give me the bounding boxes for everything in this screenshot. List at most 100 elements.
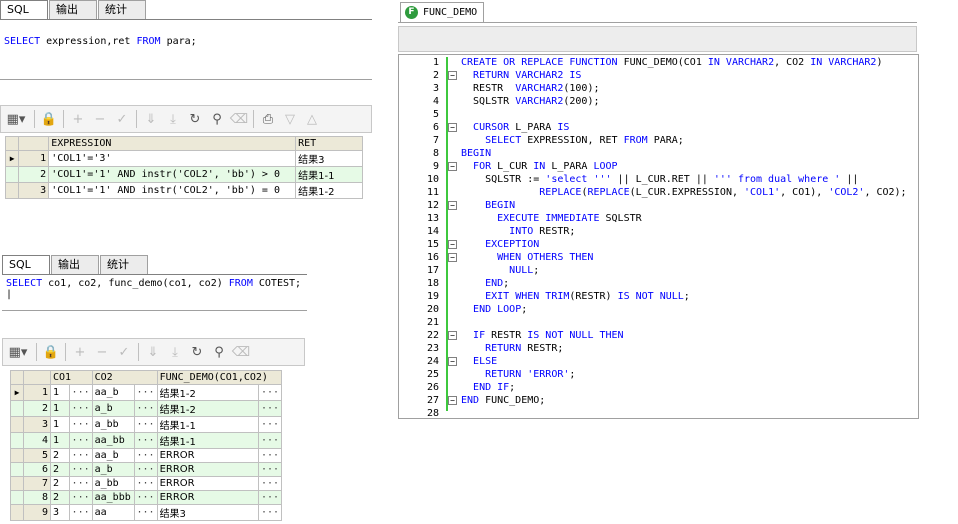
code-line[interactable]: EXCEPTION xyxy=(461,238,539,251)
cell-menu-icon[interactable]: ··· xyxy=(257,476,283,491)
code-line[interactable]: WHEN OTHERS THEN xyxy=(461,251,593,264)
cell-menu-icon[interactable]: ··· xyxy=(133,462,158,477)
sql-editor[interactable]: SELECT co1, co2, func_demo(co1, co2) FRO… xyxy=(2,275,307,311)
code-line[interactable]: RETURN VARCHAR2 IS xyxy=(461,69,581,82)
code-line[interactable]: FOR L_CUR IN L_PARA LOOP xyxy=(461,160,618,173)
table-row[interactable]: ▶ 1 1 ··· aa_b ··· 结果1-2 ··· xyxy=(10,384,283,401)
cell-menu-icon[interactable]: ··· xyxy=(133,400,158,417)
cell-expression[interactable]: 'COL1'='3' xyxy=(48,150,297,167)
cell-menu-icon[interactable]: ··· xyxy=(68,448,93,463)
fold-toggle-icon[interactable]: − xyxy=(448,357,457,366)
cell-co1[interactable]: 2 xyxy=(50,462,70,477)
arrow-down-icon[interactable]: ▽ xyxy=(279,108,301,130)
cell-menu-icon[interactable]: ··· xyxy=(68,384,93,401)
code-line[interactable]: NULL; xyxy=(461,264,539,277)
cell-co2[interactable]: aa_b xyxy=(91,384,135,401)
tab-sql[interactable]: SQL xyxy=(2,255,50,274)
column-header-ret[interactable]: RET xyxy=(295,136,363,151)
cell-co2[interactable]: a_bb xyxy=(91,476,135,491)
tab-output[interactable]: 输出 xyxy=(51,255,99,274)
cell-co2[interactable]: a_b xyxy=(91,462,135,477)
cell-menu-icon[interactable]: ··· xyxy=(68,490,93,505)
fold-toggle-icon[interactable]: − xyxy=(448,162,457,171)
code-line[interactable]: CREATE OR REPLACE FUNCTION FUNC_DEMO(CO1… xyxy=(461,56,882,69)
cell-co1[interactable]: 3 xyxy=(50,504,70,521)
export-icon[interactable]: ⎙ xyxy=(257,108,279,130)
cell-menu-icon[interactable]: ··· xyxy=(133,504,158,521)
cell-co2[interactable]: a_b xyxy=(91,400,135,417)
code-area[interactable]: 1 2 3 4 5 6 7 8 9 10 11 12 13 14 15 16 17 18 19 20 21 22 23 24 2… xyxy=(398,54,919,419)
cell-func-demo[interactable]: 结果1-2 xyxy=(156,400,259,417)
post-changes-icon[interactable]: ✓ xyxy=(111,108,133,130)
add-record-icon[interactable]: + xyxy=(69,341,91,363)
fold-toggle-icon[interactable]: − xyxy=(448,240,457,249)
table-row[interactable]: ▶ 1 'COL1'='3' 结果3 xyxy=(4,150,363,167)
cell-menu-icon[interactable]: ··· xyxy=(133,416,158,433)
code-line[interactable]: CURSOR L_PARA IS xyxy=(461,121,569,134)
cell-menu-icon[interactable]: ··· xyxy=(68,504,93,521)
cell-func-demo[interactable]: ERROR xyxy=(156,462,259,477)
clear-icon[interactable]: ⌫ xyxy=(230,341,252,363)
table-row[interactable]: 3 1 ··· a_bb ··· 结果1-1 ··· xyxy=(10,416,283,433)
add-record-icon[interactable]: + xyxy=(67,108,89,130)
cell-expression[interactable]: 'COL1'='1' AND instr('COL2', 'bb') = 0 xyxy=(48,182,297,199)
fold-toggle-icon[interactable]: − xyxy=(448,253,457,262)
cell-ret[interactable]: 结果1-2 xyxy=(295,182,363,199)
table-row[interactable]: 3 'COL1'='1' AND instr('COL2', 'bb') = 0… xyxy=(4,182,363,199)
fetch-last-icon[interactable]: ⤓ xyxy=(164,341,186,363)
code-line[interactable]: END LOOP; xyxy=(461,303,527,316)
code-line[interactable]: RESTR VARCHAR2(100); xyxy=(461,82,599,95)
code-line[interactable]: SELECT EXPRESSION, RET FROM PARA; xyxy=(461,134,684,147)
refresh-icon[interactable]: ↻ xyxy=(186,341,208,363)
fetch-next-icon[interactable]: ⇓ xyxy=(140,108,162,130)
column-header-co1[interactable]: CO1 xyxy=(50,370,93,385)
tab-statistics[interactable]: 统计 xyxy=(100,255,148,274)
fetch-next-icon[interactable]: ⇓ xyxy=(142,341,164,363)
cell-menu-icon[interactable]: ··· xyxy=(68,462,93,477)
post-changes-icon[interactable]: ✓ xyxy=(113,341,135,363)
cell-co1[interactable]: 2 xyxy=(50,448,70,463)
delete-record-icon[interactable]: − xyxy=(89,108,111,130)
cell-menu-icon[interactable]: ··· xyxy=(133,448,158,463)
refresh-icon[interactable]: ↻ xyxy=(184,108,206,130)
table-row[interactable]: 2 'COL1'='1' AND instr('COL2', 'bb') > 0… xyxy=(4,166,363,183)
tab-output[interactable]: 输出 xyxy=(49,0,97,19)
cell-func-demo[interactable]: ERROR xyxy=(156,490,259,505)
fold-toggle-icon[interactable]: − xyxy=(448,123,457,132)
fold-toggle-icon[interactable]: − xyxy=(448,396,457,405)
table-row[interactable]: 7 2 ··· a_bb ··· ERROR ··· xyxy=(10,476,283,491)
cell-menu-icon[interactable]: ··· xyxy=(257,400,283,417)
cell-co2[interactable]: aa xyxy=(91,504,135,521)
code-line[interactable]: REPLACE(REPLACE(L_CUR.EXPRESSION, 'COL1'… xyxy=(461,186,906,199)
cell-ret[interactable]: 结果3 xyxy=(295,150,363,167)
lock-icon[interactable]: 🔒 xyxy=(40,341,62,363)
cell-menu-icon[interactable]: ··· xyxy=(257,448,283,463)
cell-expression[interactable]: 'COL1'='1' AND instr('COL2', 'bb') > 0 xyxy=(48,166,297,183)
cell-func-demo[interactable]: 结果1-1 xyxy=(156,416,259,433)
cell-menu-icon[interactable]: ··· xyxy=(257,462,283,477)
clear-icon[interactable]: ⌫ xyxy=(228,108,250,130)
column-header-co2[interactable]: CO2 xyxy=(91,370,158,385)
grid-view-icon[interactable]: ▦▾ xyxy=(1,108,31,130)
cell-func-demo[interactable]: 结果1-1 xyxy=(156,432,259,449)
code-line[interactable]: END IF; xyxy=(461,381,515,394)
fold-toggle-icon[interactable]: − xyxy=(448,71,457,80)
tab-sql[interactable]: SQL xyxy=(0,0,48,19)
cell-menu-icon[interactable]: ··· xyxy=(257,504,283,521)
code-line[interactable]: INTO RESTR; xyxy=(461,225,575,238)
code-line[interactable]: BEGIN xyxy=(461,147,491,160)
cell-co1[interactable]: 2 xyxy=(50,490,70,505)
cell-func-demo[interactable]: ERROR xyxy=(156,476,259,491)
tab-statistics[interactable]: 统计 xyxy=(98,0,146,19)
cell-menu-icon[interactable]: ··· xyxy=(257,416,283,433)
cell-func-demo[interactable]: 结果3 xyxy=(156,504,259,521)
code-line[interactable]: IF RESTR IS NOT NULL THEN xyxy=(461,329,624,342)
cell-co1[interactable]: 1 xyxy=(50,384,70,401)
delete-record-icon[interactable]: − xyxy=(91,341,113,363)
cell-func-demo[interactable]: 结果1-2 xyxy=(156,384,259,401)
cell-menu-icon[interactable]: ··· xyxy=(68,476,93,491)
code-line[interactable]: EXIT WHEN TRIM(RESTR) IS NOT NULL; xyxy=(461,290,690,303)
code-line[interactable]: SQLSTR VARCHAR2(200); xyxy=(461,95,599,108)
cell-menu-icon[interactable]: ··· xyxy=(133,384,158,401)
tab-func-demo[interactable]: F FUNC_DEMO xyxy=(400,2,485,22)
